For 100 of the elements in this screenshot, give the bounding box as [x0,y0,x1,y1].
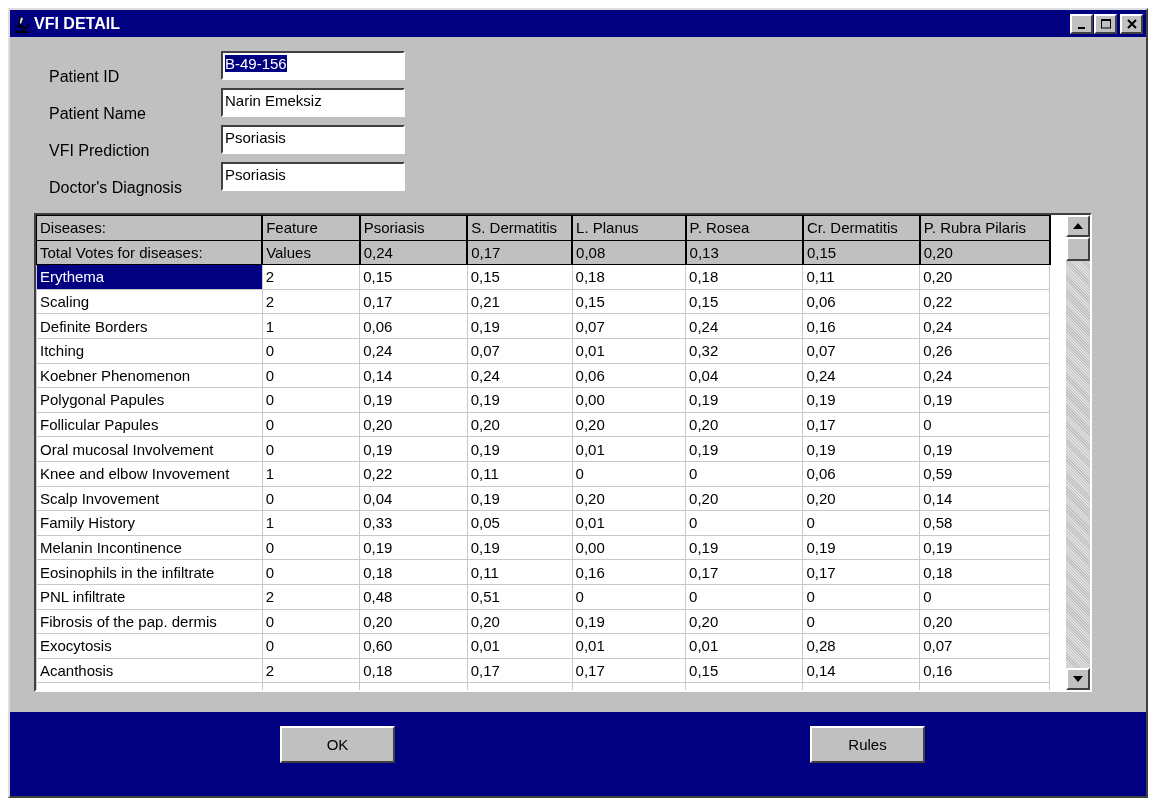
row-header-cell[interactable]: Eosinophils in the infiltrate [36,559,263,585]
dialog-button[interactable]: OK [280,726,395,763]
table-cell: 2 [262,584,360,609]
table-cell: 0,01 [685,633,803,659]
row-header-cell[interactable]: Oral mucosal Involvement [36,436,263,462]
table-cell: 0,19 [467,387,573,413]
table-cell: 0 [262,535,360,560]
vertical-scrollbar[interactable] [1066,215,1090,690]
field-label: VFI Prediction [48,142,151,160]
table-cell: 0,07 [919,633,1050,659]
table-cell: 0,20 [359,412,468,437]
table-cell: 0,19 [685,535,803,560]
field-label: Doctor's Diagnosis [48,179,183,197]
table-cell: 0,24 [802,363,920,388]
row-header-cell[interactable]: Family History [36,510,263,536]
table-cell: 0,17 [572,658,686,683]
table-cell: 0,15 [685,658,803,683]
table-cell: 0,19 [467,535,573,560]
table-cell: 0,00 [572,387,686,413]
table-cell: 0 [802,584,920,609]
table-cell: 0,19 [467,313,573,339]
table-cell: 0 [262,633,360,659]
table-cell: 0,22 [919,289,1050,314]
table-cell: 0,19 [685,436,803,462]
row-header-cell[interactable]: Exocytosis [36,633,263,659]
dialog-button[interactable]: Rules [810,726,925,763]
table-cell: 0,19 [359,535,468,560]
table-cell: 1 [262,461,360,487]
table-cell: 0 [802,510,920,536]
table-cell: 0,19 [919,535,1050,560]
table-cell: 0,24 [467,363,573,388]
table-cell: 0,24 [919,313,1050,339]
table-cell: 0 [919,412,1050,437]
header-cell: 0,20 [919,240,1050,265]
row-header-cell[interactable]: Melanin Incontinence [36,535,263,560]
table-cell: 0,20 [467,609,573,634]
table-cell: 0 [262,559,360,585]
table-cell: 2 [262,289,360,314]
input-field[interactable]: B-49-156 [221,51,405,80]
table-cell: 0,14 [919,486,1050,511]
table-cell: 0,21 [467,289,573,314]
column-header: Psoriasis [359,215,468,241]
table-cell: 0,17 [467,658,573,683]
table-cell: 0,18 [919,559,1050,585]
row-header-cell[interactable]: PNL infiltrate [36,584,263,609]
close-icon [1126,18,1137,29]
maximize-button[interactable] [1094,13,1117,34]
column-header: S. Dermatitis [467,215,573,241]
header-cell: 0,13 [685,240,803,265]
minimize-button[interactable] [1070,13,1093,34]
row-header-cell[interactable]: Definite Borders [36,313,263,339]
input-field[interactable]: Narin Emeksiz [221,88,405,117]
table-cell: 0 [262,412,360,437]
table-cell: 0,20 [919,264,1050,290]
row-header-cell[interactable]: Erythema [36,264,263,290]
table-cell: 0,18 [359,658,468,683]
close-button[interactable] [1120,13,1143,34]
table-cell: 0,11 [467,461,573,487]
scroll-down-button[interactable] [1066,668,1090,690]
row-header-cell[interactable]: Follicular Papules [36,412,263,437]
minimize-icon [1078,26,1085,29]
table-cell: 0,15 [572,289,686,314]
input-field[interactable]: Psoriasis [221,162,405,191]
table-cell: 0 [572,461,686,487]
scroll-thumb[interactable] [1066,237,1090,261]
header-cell: 0,24 [359,240,468,265]
table-cell: 0,06 [802,461,920,487]
table-cell: 0,20 [359,609,468,634]
scroll-up-button[interactable] [1066,215,1090,237]
table-cell: 0,01 [572,510,686,536]
table-cell: 0,16 [802,313,920,339]
microscope-icon [13,14,31,33]
table-cell: 1 [262,510,360,536]
input-field[interactable]: Psoriasis [221,125,405,154]
table-cell: 0,19 [802,387,920,413]
table-cell: 0,06 [802,289,920,314]
table-cell: 0 [262,609,360,634]
table-cell: 0,18 [685,264,803,290]
table-cell: 0,24 [919,363,1050,388]
row-header-cell[interactable]: Scaling [36,289,263,314]
table-cell: 0 [262,486,360,511]
row-header-cell[interactable]: Scalp Invovement [36,486,263,511]
table-cell: 0,01 [572,633,686,659]
row-header-cell[interactable]: Koebner Phenomenon [36,363,263,388]
column-header: Diseases: [36,215,263,241]
header-cell: 0,15 [802,240,920,265]
table-cell: 0,18 [572,264,686,290]
column-header: L. Planus [572,215,686,241]
row-header-cell[interactable]: Itching [36,338,263,364]
table-cell: 0,48 [359,584,468,609]
row-header-cell[interactable]: Polygonal Papules [36,387,263,413]
row-header-cell[interactable]: Fibrosis of the pap. dermis [36,609,263,634]
table-cell: 0 [262,436,360,462]
header-cell: 0,08 [572,240,686,265]
up-arrow-icon [1073,223,1083,229]
table-cell: 0,07 [802,338,920,364]
table-cell: 0,17 [359,289,468,314]
table-cell: 0 [572,584,686,609]
row-header-cell[interactable]: Acanthosis [36,658,263,683]
row-header-cell[interactable]: Knee and elbow Invovement [36,461,263,487]
